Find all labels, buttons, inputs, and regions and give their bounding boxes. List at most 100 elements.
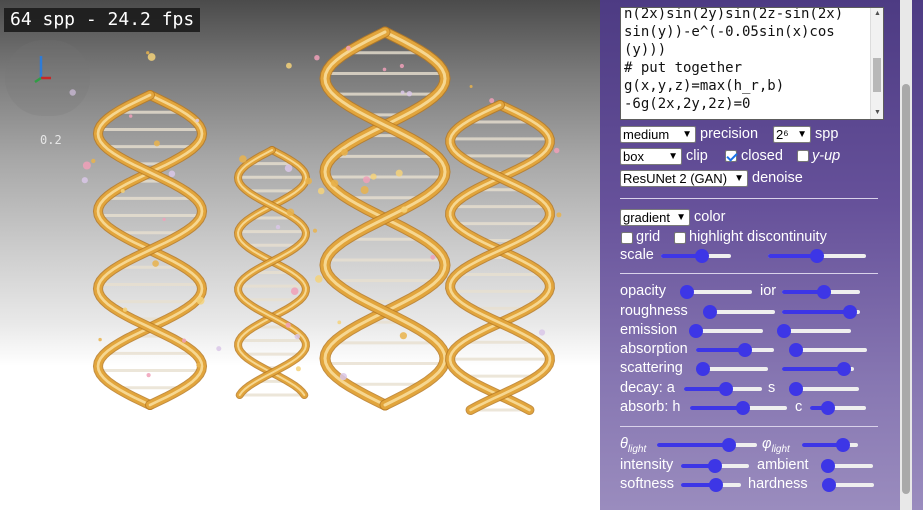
absorb-c-slider[interactable] [810,401,866,415]
section-divider [620,426,878,427]
emission-slider[interactable] [689,324,763,338]
intensity-label: intensity [620,457,674,473]
decay-a-slider[interactable] [684,382,762,396]
slider-knob[interactable] [703,305,717,319]
softness-slider[interactable] [681,478,741,492]
equation-line: n(2x)sin(2y)sin(2z-sin(2x) [624,7,844,22]
slider-knob[interactable] [817,285,832,299]
opacity-slider[interactable] [680,285,752,299]
precision-label: precision [700,126,759,142]
slider-knob[interactable] [721,438,736,452]
slider-knob[interactable] [821,459,835,473]
color-label: color [694,209,726,225]
axes-gizmo[interactable]: 0.2 [5,40,90,147]
denoise-select[interactable]: ResUNet 2 (GAN) ▼ [620,170,748,187]
equation-line: (y))) [624,42,667,58]
slider-knob[interactable] [708,478,723,492]
absorption-slider-secondary[interactable] [789,343,867,357]
equation-text[interactable]: n(2x)sin(2y)sin(2z-sin(2x) sin(y))-e^(-0.… [624,7,870,113]
ior-slider[interactable] [782,285,860,299]
theta-light-label: θlight [620,436,647,455]
equation-line: sin(y))-e^(-0.05sin(x)cos [624,24,835,40]
slider-knob[interactable] [689,324,703,338]
absorb-h-slider[interactable] [690,401,787,415]
absorb-c-label: c [795,399,803,415]
gizmo-scale-label: 0.2 [40,133,62,147]
section-divider [620,273,878,274]
scattering-label: scattering [620,360,683,376]
slider-knob[interactable] [837,362,852,376]
slider-knob[interactable] [680,285,694,299]
section-divider [620,198,878,199]
absorption-slider[interactable] [696,343,774,357]
slider-knob[interactable] [789,343,803,357]
equation-editor[interactable]: n(2x)sin(2y)sin(2z-sin(2x) sin(y))-e^(-0.… [620,7,884,120]
slider-knob[interactable] [842,305,857,319]
spp-select[interactable]: 2⁶ ▼ [773,126,811,143]
emission-slider-secondary[interactable] [777,324,851,338]
clip-select[interactable]: box ▼ [620,148,682,165]
fps-counter: 64 spp - 24.2 fps [4,8,201,32]
absorb-label: absorb: h [620,399,681,415]
grid-checkbox[interactable] [621,232,633,244]
slider-knob[interactable] [777,324,791,338]
roughness-slider[interactable] [703,305,775,319]
spp-label: spp [815,126,839,142]
scale-label: scale [620,247,654,263]
discontinuity-checkbox[interactable] [674,232,686,244]
closed-label: closed [741,148,783,164]
slider-knob[interactable] [719,382,734,396]
ior-label: ior [760,283,777,299]
ambient-label: ambient [757,457,809,473]
decay-s-slider[interactable] [789,382,859,396]
yup-checkbox[interactable] [797,150,809,162]
render-viewport[interactable]: 64 spp - 24.2 fps 0.2 [0,0,600,523]
ambient-slider[interactable] [821,459,873,473]
dna-helix-render [69,26,562,415]
opacity-label: opacity [620,283,666,299]
slider-knob[interactable] [789,382,803,396]
scale-slider-secondary[interactable] [768,249,866,263]
slider-knob[interactable] [737,343,752,357]
scroll-up-icon[interactable]: ▲ [874,10,881,18]
decay-label: decay: a [620,380,675,396]
slider-knob[interactable] [810,249,824,263]
slider-knob[interactable] [696,362,710,376]
roughness-label: roughness [620,303,688,319]
slider-knob[interactable] [708,459,722,473]
slider-knob[interactable] [820,401,835,415]
clip-label: clip [686,148,708,164]
equation-line: g(x,y,z)=max(h_r,b) [624,78,785,94]
denoise-label: denoise [752,170,803,186]
decay-s-label: s [768,380,776,396]
hardness-slider[interactable] [822,478,874,492]
phi-light-label: φlight [762,436,790,455]
equation-line: -6g(2x,2y,2z)=0 [624,96,751,112]
intensity-slider[interactable] [681,459,749,473]
equation-line: # put together [624,60,743,76]
slider-knob[interactable] [735,401,750,415]
roughness-slider-secondary[interactable] [782,305,860,319]
scale-slider[interactable] [661,249,731,263]
closed-checkbox[interactable] [725,150,737,162]
precision-select[interactable]: medium ▼ [620,126,696,143]
color-select[interactable]: gradient ▼ [620,209,690,226]
slider-knob[interactable] [694,249,709,263]
softness-label: softness [620,476,674,492]
discontinuity-label: highlight discontinuity [689,229,827,245]
yup-label: y-up [812,148,841,164]
panel-scrollbar[interactable] [900,0,912,510]
theta-light-slider[interactable] [657,438,757,452]
hardness-label: hardness [748,476,808,492]
editor-scrollbar[interactable]: ▲ ▼ [870,8,883,119]
slider-knob[interactable] [835,438,850,452]
scattering-slider[interactable] [696,362,768,376]
dna-helices [92,26,555,415]
phi-light-slider[interactable] [802,438,858,452]
emission-label: emission [620,322,678,338]
scattering-slider-secondary[interactable] [782,362,854,376]
axes-icon [34,56,51,84]
slider-knob[interactable] [822,478,836,492]
scroll-down-icon[interactable]: ▼ [874,109,881,117]
grid-label: grid [636,229,661,245]
